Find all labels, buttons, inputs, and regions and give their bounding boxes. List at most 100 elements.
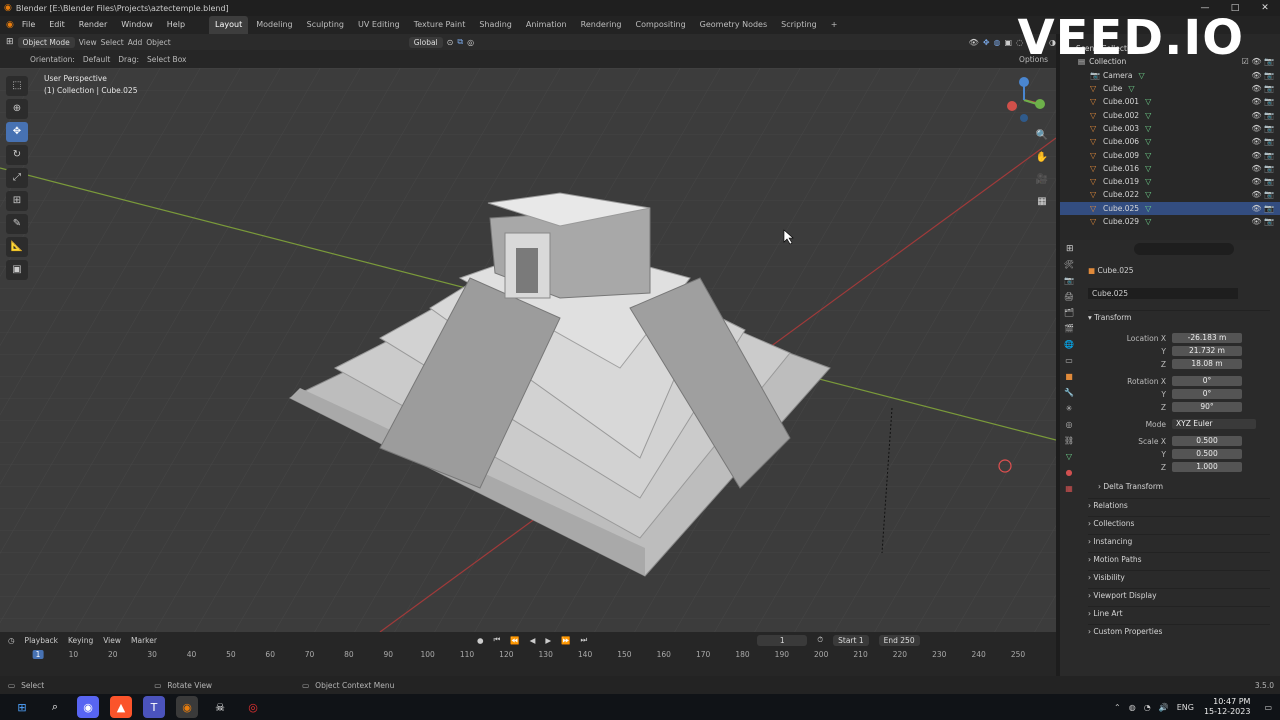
discord-icon[interactable]: ◉ — [77, 696, 99, 718]
keying-menu[interactable]: Keying — [68, 636, 93, 645]
transform-tool[interactable]: ⊞ — [6, 191, 28, 211]
tab-shading[interactable]: Shading — [473, 16, 518, 34]
outliner-item[interactable]: ▽ Cube.006 ▽ 👁 📷 — [1060, 135, 1280, 148]
tab-layout[interactable]: Layout — [209, 16, 249, 34]
teams-icon[interactable]: T — [143, 696, 165, 718]
visibility-toggle-icon[interactable]: 👁 📷 — [1251, 204, 1274, 213]
mesh-data-icon[interactable]: ▽ — [1145, 124, 1154, 133]
orientation-select[interactable]: Default — [83, 55, 110, 64]
tab-compositing[interactable]: Compositing — [630, 16, 692, 34]
property-section[interactable]: › Line Art — [1088, 606, 1270, 620]
pivot-icon[interactable]: ⊙ — [447, 38, 454, 47]
jump-start-icon[interactable]: ⏮ — [494, 635, 501, 645]
transform-orientation-select[interactable]: Global — [408, 36, 443, 48]
world-tab-icon[interactable]: 🌐 — [1064, 340, 1074, 349]
menu-window[interactable]: Window — [115, 16, 159, 34]
visibility-toggle-icon[interactable]: 👁 📷 — [1251, 151, 1274, 160]
physics-tab-icon[interactable]: ◎ — [1066, 420, 1073, 429]
clock[interactable]: 10:47 PM 15-12-2023 — [1204, 697, 1251, 717]
data-tab-icon[interactable]: ▽ — [1066, 452, 1072, 461]
properties-search-input[interactable] — [1134, 243, 1234, 255]
add-cube-tool[interactable]: ▣ — [6, 260, 28, 280]
menu-edit[interactable]: Edit — [43, 16, 71, 34]
mesh-data-icon[interactable]: ▽ — [1138, 71, 1147, 80]
visibility-toggle-icon[interactable]: 👁 📷 — [1251, 177, 1274, 186]
scene-tab-icon[interactable]: 🎬 — [1064, 324, 1074, 333]
end-frame-field[interactable]: End 250 — [878, 634, 920, 646]
start-icon[interactable]: ⊞ — [11, 696, 33, 718]
ortho-grid-icon[interactable]: ▦ — [1034, 196, 1050, 210]
delta-transform-section[interactable]: › Delta Transform — [1098, 480, 1270, 494]
play-reverse-icon[interactable]: ◀ — [530, 636, 536, 645]
volume-icon[interactable]: 🔊 — [1159, 703, 1169, 712]
clock-icon[interactable]: ⏱ — [817, 635, 823, 645]
mesh-data-icon[interactable]: ▽ — [1145, 151, 1154, 160]
location-x-field[interactable]: -26.183 m — [1172, 333, 1242, 343]
mode-select[interactable]: Object Mode — [17, 36, 75, 48]
editor-type-icon[interactable]: ⊞ — [6, 37, 14, 47]
outliner-item[interactable]: 📷 Camera ▽ 👁 📷 — [1060, 69, 1280, 82]
visibility-toggle-icon[interactable]: 👁 📷 — [1251, 71, 1274, 80]
visibility-toggle-icon[interactable]: 👁 📷 — [1251, 84, 1274, 93]
property-section[interactable]: › Collections — [1088, 516, 1270, 530]
camera-view-icon[interactable]: 🎥 — [1034, 174, 1050, 188]
mesh-data-icon[interactable]: ▽ — [1145, 137, 1154, 146]
menu-file[interactable]: File — [16, 16, 41, 34]
add-menu[interactable]: Add — [128, 38, 143, 47]
language-indicator[interactable]: ENG — [1177, 703, 1194, 712]
start-frame-field[interactable]: Start 1 — [833, 634, 869, 646]
record-button[interactable]: ● — [477, 636, 484, 645]
outliner-item[interactable]: ▽ Cube.016 ▽ 👁 📷 — [1060, 162, 1280, 175]
scale-tool[interactable]: ⤢ — [6, 168, 28, 188]
outliner-item[interactable]: ▽ Cube.025 ▽ 👁 📷 — [1060, 201, 1280, 215]
property-section[interactable]: › Viewport Display — [1088, 588, 1270, 602]
blender-taskbar-icon[interactable]: ◉ — [176, 696, 198, 718]
tab-uv-editing[interactable]: UV Editing — [352, 16, 406, 34]
view-menu-timeline[interactable]: View — [103, 636, 121, 645]
close-button[interactable]: ✕ — [1250, 0, 1280, 16]
xray-icon[interactable]: ▣ — [1005, 38, 1013, 47]
modifier-tab-icon[interactable]: 🔧 — [1064, 388, 1074, 397]
location-z-field[interactable]: 18.08 m — [1172, 359, 1242, 369]
menu-help[interactable]: Help — [161, 16, 191, 34]
constraints-tab-icon[interactable]: ⛓ — [1064, 436, 1074, 445]
visibility-toggle-icon[interactable]: 👁 📷 — [1251, 124, 1274, 133]
tab-texture-paint[interactable]: Texture Paint — [408, 16, 472, 34]
visibility-toggle-icon[interactable]: 👁 📷 — [1251, 137, 1274, 146]
mesh-data-icon[interactable]: ▽ — [1145, 204, 1154, 213]
select-box-tool[interactable]: ⬚ — [6, 76, 28, 96]
select-menu[interactable]: Select — [101, 38, 124, 47]
tab-animation[interactable]: Animation — [520, 16, 573, 34]
outliner-item[interactable]: ▽ Cube.002 ▽ 👁 📷 — [1060, 108, 1280, 121]
playback-menu[interactable]: Playback — [25, 636, 58, 645]
rotation-z-field[interactable]: 90° — [1172, 402, 1242, 412]
gizmo-icon[interactable]: ✥ — [983, 38, 990, 47]
object-name-field[interactable]: Cube.025 — [1088, 288, 1238, 299]
property-section[interactable]: › Motion Paths — [1088, 552, 1270, 566]
scale-y-field[interactable]: 0.500 — [1172, 449, 1242, 459]
marker-menu[interactable]: Marker — [131, 636, 157, 645]
next-keyframe-icon[interactable]: ⏩ — [561, 636, 570, 645]
outliner-item[interactable]: ▽ Cube.022 ▽ 👁 📷 — [1060, 188, 1280, 201]
annotate-tool[interactable]: ✎ — [6, 214, 28, 234]
property-section[interactable]: › Visibility — [1088, 570, 1270, 584]
collection-tab-icon[interactable]: ▭ — [1065, 356, 1073, 365]
rotate-tool[interactable]: ↻ — [6, 145, 28, 165]
chrome-tray-icon[interactable]: ◍ — [1129, 703, 1136, 712]
view-menu[interactable]: View — [79, 38, 97, 47]
rotation-mode-select[interactable]: XYZ Euler — [1172, 419, 1256, 429]
visibility-toggle-icon[interactable]: 👁 📷 — [1251, 164, 1274, 173]
outliner-item[interactable]: ▽ Cube.001 ▽ 👁 📷 — [1060, 95, 1280, 108]
scale-x-field[interactable]: 0.500 — [1172, 436, 1242, 446]
cursor-tool[interactable]: ⊕ — [6, 99, 28, 119]
search-icon[interactable]: ⌕ — [44, 696, 66, 718]
prev-keyframe-icon[interactable]: ⏪ — [510, 636, 519, 645]
mesh-data-icon[interactable]: ▽ — [1145, 190, 1154, 199]
recorder-icon[interactable]: ◎ — [242, 696, 264, 718]
mesh-data-icon[interactable]: ▽ — [1145, 97, 1154, 106]
visibility-toggle-icon[interactable]: 👁 📷 — [1251, 190, 1274, 199]
location-y-field[interactable]: 21.732 m — [1172, 346, 1242, 356]
move-tool[interactable]: ✥ — [6, 122, 28, 142]
outliner-item[interactable]: ▽ Cube.019 ▽ 👁 📷 — [1060, 175, 1280, 188]
render-tab-icon[interactable]: 📷 — [1064, 276, 1074, 285]
